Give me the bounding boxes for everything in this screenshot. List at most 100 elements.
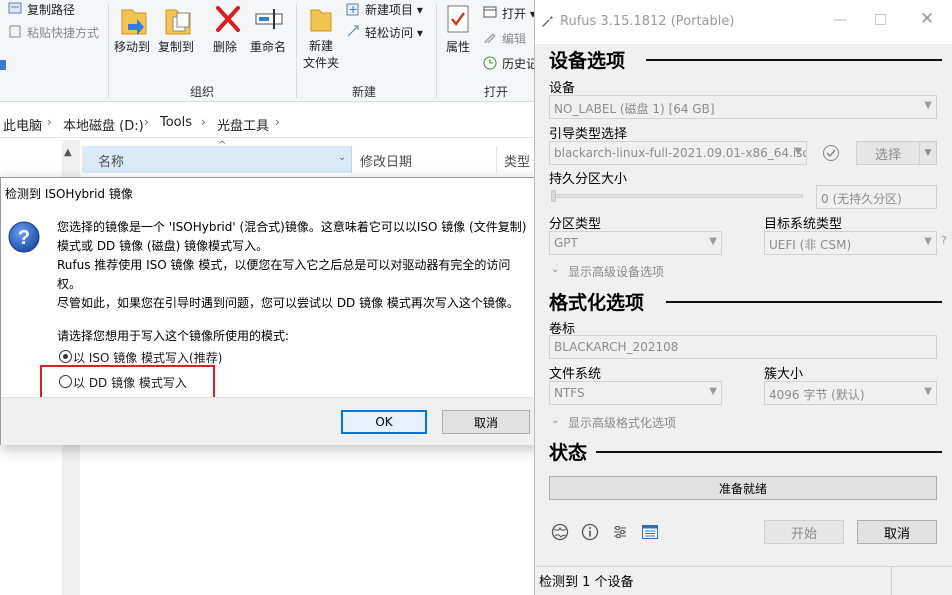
breadcrumb-this-pc[interactable]: 此电脑: [3, 115, 42, 134]
expand-chevron-icon[interactable]: ⌄: [551, 415, 559, 426]
dialog-message-line: 您选择的镜像是一个 'ISOHybrid' (混合式)镜像。这意味着它可以以IS…: [57, 220, 527, 234]
column-name-header[interactable]: 名称 ^ ⌄: [82, 140, 352, 173]
edit-button[interactable]: 编辑: [502, 30, 526, 47]
rufus-title: Rufus 3.15.1812 (Portable): [560, 14, 735, 29]
device-label: 设备: [549, 81, 576, 96]
easy-access-icon: [346, 24, 360, 38]
file-system-label: 文件系统: [549, 367, 602, 382]
rename-icon: [254, 4, 284, 34]
rufus-window: Rufus 3.15.1812 (Portable) — ✕ 设备选项 设备 N…: [534, 0, 952, 595]
advanced-format-toggle[interactable]: 显示高级格式化选项: [568, 414, 676, 431]
chevron-down-icon: ▼: [709, 386, 717, 397]
persistent-size-value: 0 (无持久分区): [821, 192, 902, 206]
section-rule: [596, 451, 942, 453]
checksum-check-icon[interactable]: [822, 144, 840, 165]
breadcrumb-tools[interactable]: Tools: [160, 115, 192, 130]
device-count-status: 检测到 1 个设备: [539, 575, 634, 590]
address-bar[interactable]: 此电脑 › 本地磁盘 (D:) › Tools › 光盘工具 ›: [0, 108, 540, 138]
delete-icon: [214, 4, 242, 34]
persistent-partition-label: 持久分区大小: [549, 172, 628, 187]
slider-thumb[interactable]: [551, 190, 556, 202]
target-system-select[interactable]: UEFI (非 CSM) ▼: [764, 231, 937, 255]
ribbon-separator: [296, 4, 297, 98]
column-type-header[interactable]: 类型: [504, 151, 530, 175]
history-button[interactable]: 历史记: [502, 55, 538, 72]
settings-sliders-icon[interactable]: [611, 523, 629, 544]
rufus-cancel-button[interactable]: 取消: [857, 520, 937, 544]
persistent-size-slider[interactable]: [551, 194, 803, 198]
start-button[interactable]: 开始: [764, 520, 844, 544]
easy-access-button[interactable]: 轻松访问 ▾: [365, 24, 423, 41]
new-item-button[interactable]: 新建项目 ▾: [365, 1, 423, 18]
info-icon[interactable]: [581, 523, 599, 544]
dialog-message: 您选择的镜像是一个 'ISOHybrid' (混合式)镜像。这意味着它可以以IS…: [57, 218, 527, 346]
select-dropdown-icon[interactable]: ▼: [919, 141, 937, 165]
sort-arrow-icon: ^: [218, 140, 227, 151]
partition-scheme-value: GPT: [554, 236, 578, 250]
breadcrumb-disc-tools[interactable]: 光盘工具: [217, 115, 269, 134]
device-select[interactable]: NO_LABEL (磁盘 1) [64 GB] ▼: [549, 95, 937, 119]
column-dropdown-icon[interactable]: ⌄: [338, 152, 346, 163]
chevron-down-icon: ▼: [924, 236, 932, 247]
chevron-down-icon: ▼: [709, 236, 717, 247]
copy-to-icon: [162, 4, 194, 38]
ribbon-separator: [436, 4, 437, 98]
open-icon: [483, 6, 497, 18]
maximize-icon[interactable]: [875, 14, 886, 25]
ok-button[interactable]: OK: [341, 410, 427, 434]
cluster-size-label: 簇大小: [764, 367, 804, 382]
question-icon: ?: [7, 220, 41, 257]
rename-button[interactable]: 重命名: [250, 38, 286, 55]
dialog-message-line: Rufus 推荐使用 ISO 镜像 模式，以便您在写入它之后总是可以对驱动器有完…: [57, 258, 511, 272]
rufus-statusbar: 检测到 1 个设备: [535, 566, 952, 595]
boot-selection-select[interactable]: blackarch-linux-full-2021.09.01-x86_64.i…: [549, 141, 807, 165]
ribbon-edge-marker: [0, 60, 6, 70]
partition-scheme-select[interactable]: GPT ▼: [549, 231, 722, 255]
cluster-size-select[interactable]: 4096 字节 (默认) ▼: [764, 381, 937, 405]
breadcrumb-chevron-icon: ›: [47, 115, 52, 129]
open-button[interactable]: 打开 ▾: [502, 5, 536, 22]
chevron-down-icon: ▼: [924, 386, 932, 397]
ribbon-separator: [108, 4, 109, 98]
close-icon[interactable]: ✕: [920, 9, 934, 29]
scroll-up-icon[interactable]: ▲: [64, 147, 72, 158]
section-status: 状态: [549, 442, 588, 464]
copy-path-button[interactable]: 复制路径: [27, 1, 75, 18]
log-list-icon[interactable]: [641, 523, 659, 544]
language-globe-icon[interactable]: [551, 523, 569, 544]
rufus-app-icon: [540, 14, 556, 33]
column-date-header[interactable]: 修改日期: [360, 151, 412, 175]
radio-dd-mode[interactable]: 以 DD 镜像 模式写入: [57, 373, 217, 391]
cancel-button[interactable]: 取消: [442, 410, 530, 434]
help-mark[interactable]: ?: [941, 234, 947, 247]
properties-button[interactable]: 属性: [446, 38, 470, 55]
partition-scheme-label: 分区类型: [549, 217, 602, 232]
column-divider: [496, 146, 497, 173]
rufus-titlebar: Rufus 3.15.1812 (Portable) — ✕: [535, 0, 952, 44]
minimize-icon[interactable]: —: [833, 12, 847, 28]
file-system-value: NTFS: [554, 386, 585, 400]
section-drive-properties: 设备选项: [549, 50, 626, 72]
select-image-button[interactable]: 选择: [856, 141, 920, 165]
advanced-drive-toggle[interactable]: 显示高级设备选项: [568, 263, 664, 280]
radio-iso-indicator[interactable]: [59, 350, 72, 363]
radio-iso-mode[interactable]: 以 ISO 镜像 模式写入(推荐): [57, 348, 257, 366]
volume-label-value: BLACKARCH_202108: [554, 340, 679, 354]
column-name-label: 名称: [98, 155, 125, 170]
device-select-value: NO_LABEL (磁盘 1) [64 GB]: [554, 102, 715, 116]
radio-dd-label: 以 DD 镜像 模式写入: [73, 376, 187, 390]
paste-shortcut-button[interactable]: 粘贴快捷方式: [27, 24, 99, 41]
persistent-size-field[interactable]: 0 (无持久分区): [816, 185, 937, 209]
expand-chevron-icon[interactable]: ⌄: [551, 264, 559, 275]
target-system-label: 目标系统类型: [764, 217, 843, 232]
breadcrumb-chevron-icon: ›: [275, 115, 280, 129]
copy-to-button[interactable]: 复制到: [158, 38, 194, 55]
delete-button[interactable]: 删除: [213, 38, 237, 55]
radio-dd-indicator[interactable]: [59, 375, 72, 388]
breadcrumb-drive-d[interactable]: 本地磁盘 (D:): [63, 115, 144, 134]
move-to-button[interactable]: 移动到: [114, 38, 150, 55]
volume-label-input[interactable]: BLACKARCH_202108: [549, 335, 937, 359]
new-item-icon: [346, 2, 360, 16]
new-folder-button[interactable]: 新建 文件夹: [303, 38, 339, 72]
file-system-select[interactable]: NTFS ▼: [549, 381, 722, 405]
